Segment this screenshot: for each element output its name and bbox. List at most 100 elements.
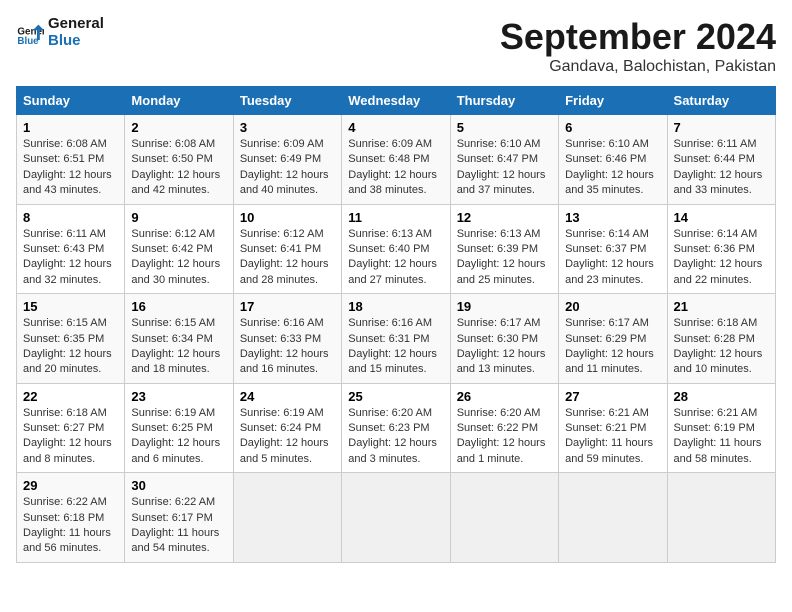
day-number: 24 (240, 389, 335, 404)
calendar-cell: 6 Sunrise: 6:10 AMSunset: 6:46 PMDaylight… (559, 115, 667, 205)
day-number: 10 (240, 210, 335, 225)
col-thursday: Thursday (450, 87, 558, 115)
calendar-cell: 15Sunrise: 6:15 AMSunset: 6:35 PMDayligh… (17, 294, 125, 384)
day-detail: Sunrise: 6:19 AMSunset: 6:24 PMDaylight:… (240, 406, 335, 468)
day-number: 13 (565, 210, 660, 225)
day-detail: Sunrise: 6:11 AMSunset: 6:44 PMDaylight:… (674, 137, 769, 199)
day-detail: Sunrise: 6:14 AMSunset: 6:36 PMDaylight:… (674, 227, 769, 289)
day-detail: Sunrise: 6:14 AMSunset: 6:37 PMDaylight:… (565, 227, 660, 289)
calendar-cell: 25Sunrise: 6:20 AMSunset: 6:23 PMDayligh… (342, 383, 450, 473)
day-detail: Sunrise: 6:21 AMSunset: 6:19 PMDaylight:… (674, 406, 769, 468)
day-number: 28 (674, 389, 769, 404)
day-number: 19 (457, 299, 552, 314)
calendar-cell: 18 Sunrise: 6:16 AMSunset: 6:31 PMDayligh… (342, 294, 450, 384)
calendar-week-row: 8Sunrise: 6:11 AMSunset: 6:43 PMDaylight… (17, 204, 776, 294)
day-detail: Sunrise: 6:16 AMSunset: 6:31 PMDaylight:… (348, 316, 443, 378)
day-number: 6 (565, 120, 660, 135)
day-detail: Sunrise: 6:17 AMSunset: 6:29 PMDaylight:… (565, 316, 660, 378)
calendar-cell: 22 Sunrise: 6:18 AMSunset: 6:27 PMDayligh… (17, 383, 125, 473)
col-sunday: Sunday (17, 87, 125, 115)
day-number: 11 (348, 210, 443, 225)
logo: General Blue General Blue (16, 16, 104, 49)
calendar-cell (667, 473, 775, 563)
calendar-cell: 27Sunrise: 6:21 AMSunset: 6:21 PMDayligh… (559, 383, 667, 473)
col-wednesday: Wednesday (342, 87, 450, 115)
day-detail: Sunrise: 6:18 AMSunset: 6:27 PMDaylight:… (23, 406, 118, 468)
col-friday: Friday (559, 87, 667, 115)
logo-icon: General Blue (16, 19, 44, 47)
day-detail: Sunrise: 6:09 AMSunset: 6:49 PMDaylight:… (240, 137, 335, 199)
day-number: 7 (674, 120, 769, 135)
day-detail: Sunrise: 6:17 AMSunset: 6:30 PMDaylight:… (457, 316, 552, 378)
day-detail: Sunrise: 6:22 AMSunset: 6:17 PMDaylight:… (131, 495, 226, 557)
calendar-cell: 19 Sunrise: 6:17 AMSunset: 6:30 PMDayligh… (450, 294, 558, 384)
calendar-table: Sunday Monday Tuesday Wednesday Thursday… (16, 86, 776, 563)
day-number: 14 (674, 210, 769, 225)
day-number: 25 (348, 389, 443, 404)
day-number: 18 (348, 299, 443, 314)
day-detail: Sunrise: 6:20 AMSunset: 6:22 PMDaylight:… (457, 406, 552, 468)
calendar-cell: 17 Sunrise: 6:16 AMSunset: 6:33 PMDayligh… (233, 294, 341, 384)
calendar-cell: 24 Sunrise: 6:19 AMSunset: 6:24 PMDayligh… (233, 383, 341, 473)
day-number: 16 (131, 299, 226, 314)
day-number: 17 (240, 299, 335, 314)
col-tuesday: Tuesday (233, 87, 341, 115)
day-number: 4 (348, 120, 443, 135)
day-number: 23 (131, 389, 226, 404)
day-number: 26 (457, 389, 552, 404)
day-detail: Sunrise: 6:13 AMSunset: 6:40 PMDaylight:… (348, 227, 443, 289)
day-detail: Sunrise: 6:19 AMSunset: 6:25 PMDaylight:… (131, 406, 226, 468)
day-number: 15 (23, 299, 118, 314)
calendar-cell (342, 473, 450, 563)
day-number: 8 (23, 210, 118, 225)
day-number: 29 (23, 478, 118, 493)
day-detail: Sunrise: 6:22 AMSunset: 6:18 PMDaylight:… (23, 495, 118, 557)
calendar-cell: 16 Sunrise: 6:15 AMSunset: 6:34 PMDayligh… (125, 294, 233, 384)
calendar-cell: 12Sunrise: 6:13 AMSunset: 6:39 PMDayligh… (450, 204, 558, 294)
calendar-cell: 9Sunrise: 6:12 AMSunset: 6:42 PMDaylight… (125, 204, 233, 294)
day-detail: Sunrise: 6:10 AMSunset: 6:47 PMDaylight:… (457, 137, 552, 199)
day-detail: Sunrise: 6:10 AMSunset: 6:46 PMDaylight:… (565, 137, 660, 199)
day-detail: Sunrise: 6:21 AMSunset: 6:21 PMDaylight:… (565, 406, 660, 468)
calendar-cell: 13 Sunrise: 6:14 AMSunset: 6:37 PMDayligh… (559, 204, 667, 294)
col-saturday: Saturday (667, 87, 775, 115)
day-number: 20 (565, 299, 660, 314)
calendar-cell: 29 Sunrise: 6:22 AMSunset: 6:18 PMDayligh… (17, 473, 125, 563)
calendar-cell: 3 Sunrise: 6:09 AMSunset: 6:49 PMDaylight… (233, 115, 341, 205)
logo-line2: Blue (48, 33, 104, 50)
day-detail: Sunrise: 6:15 AMSunset: 6:34 PMDaylight:… (131, 316, 226, 378)
calendar-week-row: 22 Sunrise: 6:18 AMSunset: 6:27 PMDayligh… (17, 383, 776, 473)
day-number: 2 (131, 120, 226, 135)
calendar-cell: 28 Sunrise: 6:21 AMSunset: 6:19 PMDayligh… (667, 383, 775, 473)
day-detail: Sunrise: 6:08 AMSunset: 6:51 PMDaylight:… (23, 137, 118, 199)
day-detail: Sunrise: 6:16 AMSunset: 6:33 PMDaylight:… (240, 316, 335, 378)
calendar-cell: 23 Sunrise: 6:19 AMSunset: 6:25 PMDayligh… (125, 383, 233, 473)
calendar-header-row: Sunday Monday Tuesday Wednesday Thursday… (17, 87, 776, 115)
day-number: 22 (23, 389, 118, 404)
title-block: September 2024 Gandava, Balochistan, Pak… (500, 16, 776, 76)
calendar-week-row: 15Sunrise: 6:15 AMSunset: 6:35 PMDayligh… (17, 294, 776, 384)
day-number: 3 (240, 120, 335, 135)
calendar-cell: 30 Sunrise: 6:22 AMSunset: 6:17 PMDayligh… (125, 473, 233, 563)
svg-text:Blue: Blue (17, 36, 39, 47)
day-detail: Sunrise: 6:08 AMSunset: 6:50 PMDaylight:… (131, 137, 226, 199)
calendar-cell: 5Sunrise: 6:10 AMSunset: 6:47 PMDaylight… (450, 115, 558, 205)
calendar-cell: 26 Sunrise: 6:20 AMSunset: 6:22 PMDayligh… (450, 383, 558, 473)
day-number: 21 (674, 299, 769, 314)
calendar-cell: 1 Sunrise: 6:08 AMSunset: 6:51 PMDaylight… (17, 115, 125, 205)
logo-line1: General (48, 16, 104, 33)
calendar-cell: 14 Sunrise: 6:14 AMSunset: 6:36 PMDayligh… (667, 204, 775, 294)
day-number: 30 (131, 478, 226, 493)
col-monday: Monday (125, 87, 233, 115)
day-detail: Sunrise: 6:12 AMSunset: 6:41 PMDaylight:… (240, 227, 335, 289)
calendar-cell: 20 Sunrise: 6:17 AMSunset: 6:29 PMDayligh… (559, 294, 667, 384)
day-number: 1 (23, 120, 118, 135)
calendar-week-row: 29 Sunrise: 6:22 AMSunset: 6:18 PMDayligh… (17, 473, 776, 563)
calendar-cell: 4 Sunrise: 6:09 AMSunset: 6:48 PMDaylight… (342, 115, 450, 205)
calendar-cell (450, 473, 558, 563)
calendar-cell (233, 473, 341, 563)
day-detail: Sunrise: 6:09 AMSunset: 6:48 PMDaylight:… (348, 137, 443, 199)
day-detail: Sunrise: 6:13 AMSunset: 6:39 PMDaylight:… (457, 227, 552, 289)
calendar-cell: 8Sunrise: 6:11 AMSunset: 6:43 PMDaylight… (17, 204, 125, 294)
day-detail: Sunrise: 6:12 AMSunset: 6:42 PMDaylight:… (131, 227, 226, 289)
